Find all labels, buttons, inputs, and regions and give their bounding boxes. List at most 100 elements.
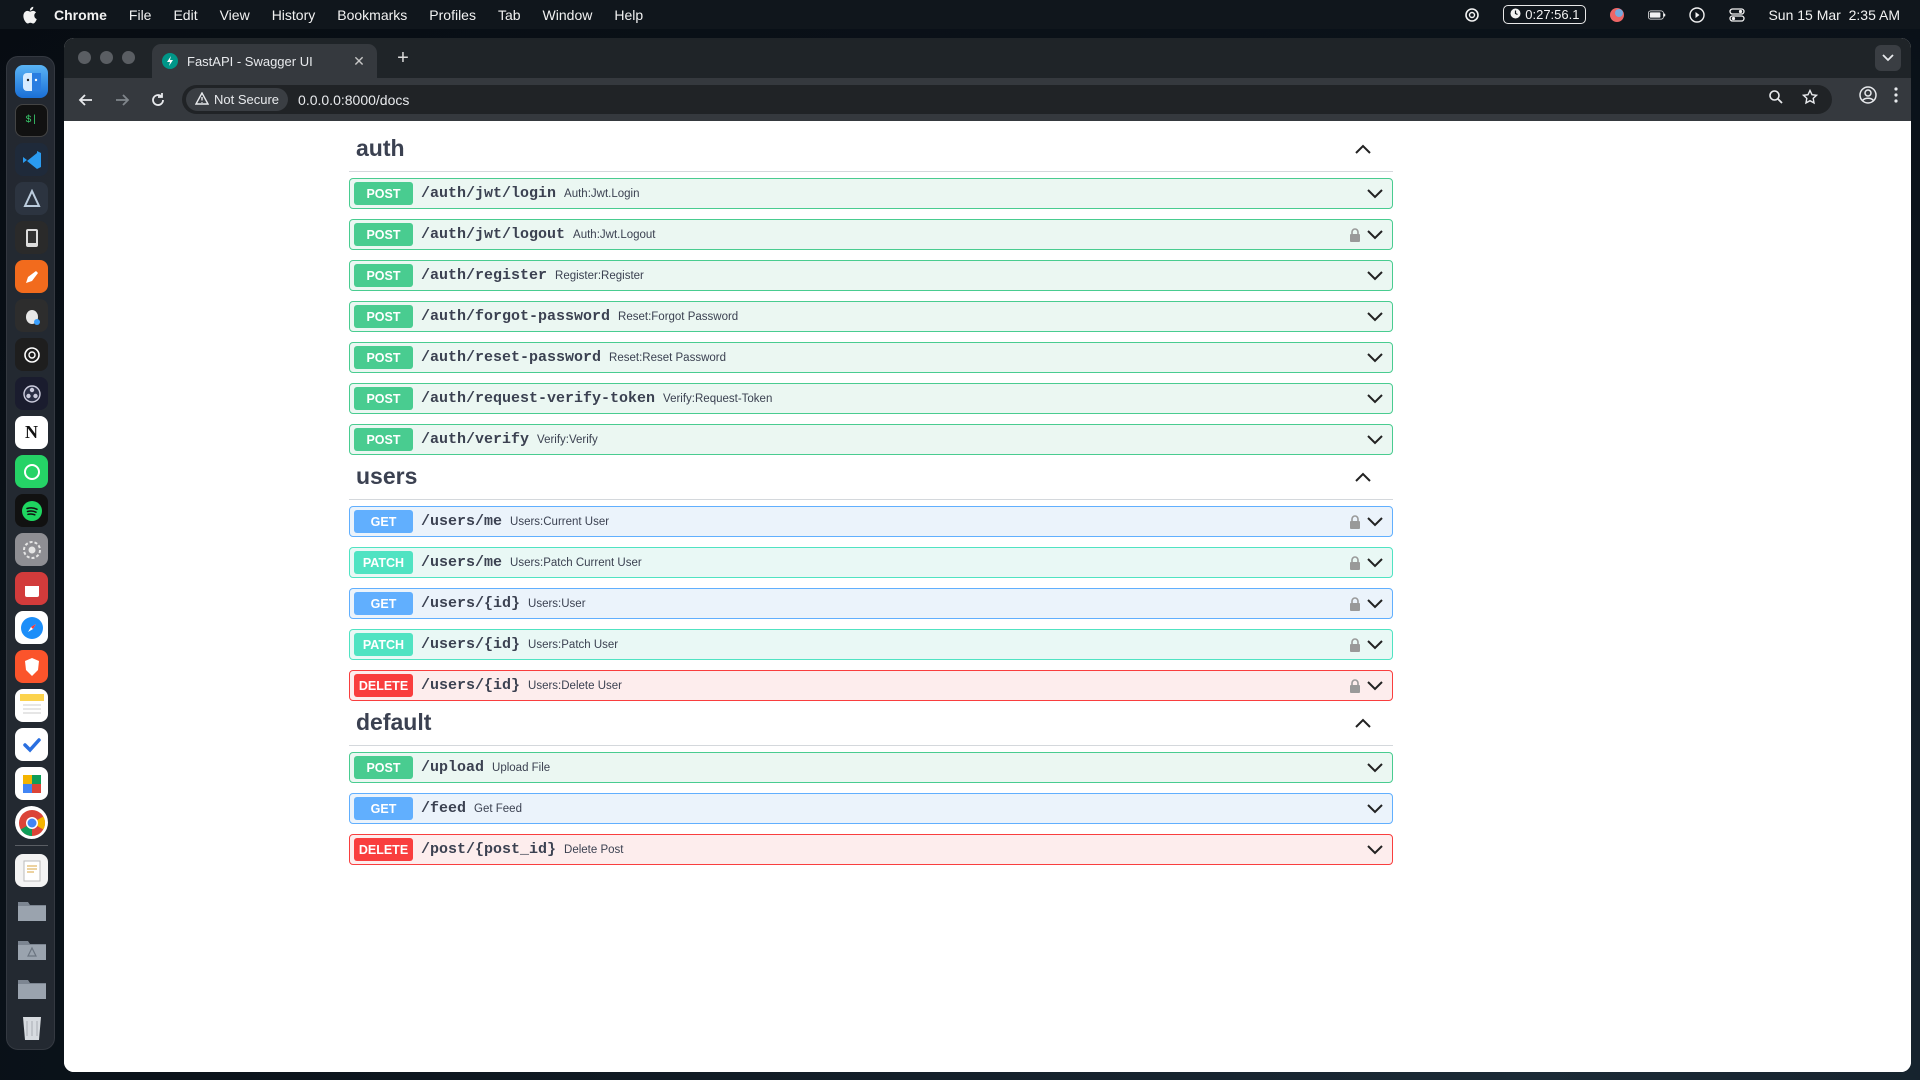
chevron-down-icon[interactable] (1366, 185, 1384, 203)
chatgpt-icon[interactable] (15, 338, 48, 371)
window-close-button[interactable] (78, 51, 91, 64)
operation-row[interactable]: POST/auth/request-verify-token Verify:Req… (349, 383, 1393, 414)
menu-window[interactable]: Window (543, 7, 593, 23)
more-menu-icon[interactable] (1893, 86, 1899, 109)
operation-row[interactable]: POST/auth/reset-password Reset:Reset Pass… (349, 342, 1393, 373)
section-header-default[interactable]: default (349, 700, 1393, 746)
clock-text[interactable]: Sun 15 Mar 2:35 AM (1768, 7, 1900, 23)
menu-profiles[interactable]: Profiles (429, 7, 476, 23)
operation-row[interactable]: DELETE/post/{post_id} Delete Post (349, 834, 1393, 865)
chevron-down-icon[interactable] (1366, 513, 1384, 531)
chevron-down-icon[interactable] (1366, 636, 1384, 654)
back-arrow-icon[interactable] (72, 86, 100, 114)
sheets-icon[interactable] (15, 767, 48, 800)
menu-help[interactable]: Help (614, 7, 643, 23)
chevron-down-icon[interactable] (1366, 349, 1384, 367)
lock-icon[interactable] (1348, 555, 1362, 571)
vscode-icon[interactable] (15, 143, 48, 176)
menu-history[interactable]: History (272, 7, 316, 23)
chevron-up-icon[interactable] (1353, 467, 1373, 487)
reload-icon[interactable] (144, 86, 172, 114)
section-header-users[interactable]: users (349, 454, 1393, 500)
safari-icon[interactable] (15, 611, 48, 644)
window-zoom-button[interactable] (122, 51, 135, 64)
simulator-icon[interactable] (15, 221, 48, 254)
lock-icon[interactable] (1348, 637, 1362, 653)
chevron-down-icon[interactable] (1366, 677, 1384, 695)
menu-view[interactable]: View (220, 7, 250, 23)
operation-row[interactable]: POST/auth/jwt/logout Auth:Jwt.Logout (349, 219, 1393, 250)
chrome-icon[interactable] (15, 806, 48, 839)
chevron-down-icon[interactable] (1366, 390, 1384, 408)
operation-row[interactable]: PATCH/users/{id} Users:Patch User (349, 629, 1393, 660)
finder-icon[interactable] (15, 65, 48, 98)
menu-tab[interactable]: Tab (498, 7, 521, 23)
openai-status-icon[interactable] (1463, 6, 1481, 24)
notion-icon[interactable]: N (15, 416, 48, 449)
whatsapp-icon[interactable] (15, 455, 48, 488)
chevron-down-icon[interactable] (1366, 595, 1384, 613)
operation-row[interactable]: POST/auth/register Register:Register (349, 260, 1393, 291)
xcode-instruments-icon[interactable] (15, 182, 48, 215)
operation-row[interactable]: POST/auth/jwt/login Auth:Jwt.Login (349, 178, 1393, 209)
menu-app-name[interactable]: Chrome (54, 7, 107, 23)
chevron-down-icon[interactable] (1366, 431, 1384, 449)
section-header-auth[interactable]: auth (349, 126, 1393, 172)
operation-row[interactable]: POST/auth/forgot-password Reset:Forgot Pa… (349, 301, 1393, 332)
calendar-app-icon[interactable] (15, 572, 48, 605)
bookmark-star-icon[interactable] (1801, 88, 1819, 110)
downloads-folder-icon[interactable] (15, 971, 48, 1004)
chevron-down-icon[interactable] (1366, 308, 1384, 326)
terminal-icon[interactable]: $| (15, 104, 48, 137)
lock-icon[interactable] (1348, 227, 1362, 243)
url-text[interactable]: 0.0.0.0:8000/docs (298, 92, 409, 108)
tab-close-icon[interactable]: ✕ (351, 53, 367, 70)
spotify-icon[interactable] (15, 494, 48, 527)
notes-icon[interactable] (15, 689, 48, 722)
tab-search-icon[interactable] (1875, 45, 1901, 71)
tab-active[interactable]: FastAPI - Swagger UI ✕ (152, 44, 377, 78)
sequel-icon[interactable] (15, 299, 48, 332)
applications-folder-icon[interactable] (15, 932, 48, 965)
folder-icon[interactable] (15, 893, 48, 926)
operation-row[interactable]: POST/upload Upload File (349, 752, 1393, 783)
timer-badge[interactable]: 0:27:56.1 (1503, 5, 1587, 24)
play-icon[interactable] (1688, 6, 1706, 24)
address-bar[interactable]: Not Secure 0.0.0.0:8000/docs (182, 85, 1832, 114)
profile-color-icon[interactable] (1608, 6, 1626, 24)
menu-edit[interactable]: Edit (173, 7, 197, 23)
trash-icon[interactable] (15, 1010, 48, 1043)
window-minimize-button[interactable] (100, 51, 113, 64)
lock-icon[interactable] (1348, 678, 1362, 694)
chevron-down-icon[interactable] (1366, 226, 1384, 244)
document-stack-icon[interactable] (15, 854, 48, 887)
battery-icon[interactable] (1648, 6, 1666, 24)
operation-row[interactable]: GET/feed Get Feed (349, 793, 1393, 824)
apple-icon[interactable] (20, 6, 38, 24)
chevron-down-icon[interactable] (1366, 267, 1384, 285)
chevron-down-icon[interactable] (1366, 759, 1384, 777)
chevron-up-icon[interactable] (1353, 139, 1373, 159)
chevron-down-icon[interactable] (1366, 800, 1384, 818)
new-tab-icon[interactable]: + (392, 47, 414, 69)
zoom-search-icon[interactable] (1768, 89, 1784, 110)
forward-arrow-icon[interactable] (108, 86, 136, 114)
lock-icon[interactable] (1348, 514, 1362, 530)
operation-row[interactable]: PATCH/users/me Users:Patch Current User (349, 547, 1393, 578)
operation-row[interactable]: GET/users/me Users:Current User (349, 506, 1393, 537)
system-settings-icon[interactable] (15, 533, 48, 566)
operation-row[interactable]: DELETE/users/{id} Users:Delete User (349, 670, 1393, 701)
chevron-down-icon[interactable] (1366, 841, 1384, 859)
obs-icon[interactable] (15, 377, 48, 410)
lock-icon[interactable] (1348, 596, 1362, 612)
chevron-down-icon[interactable] (1366, 554, 1384, 572)
menu-bookmarks[interactable]: Bookmarks (337, 7, 407, 23)
brave-icon[interactable] (15, 650, 48, 683)
pen-app-icon[interactable] (15, 260, 48, 293)
tasks-icon[interactable] (15, 728, 48, 761)
profile-avatar-icon[interactable] (1859, 86, 1877, 109)
menu-file[interactable]: File (129, 7, 152, 23)
operation-row[interactable]: GET/users/{id} Users:User (349, 588, 1393, 619)
security-indicator[interactable]: Not Secure (186, 88, 289, 111)
chevron-up-icon[interactable] (1353, 713, 1373, 733)
